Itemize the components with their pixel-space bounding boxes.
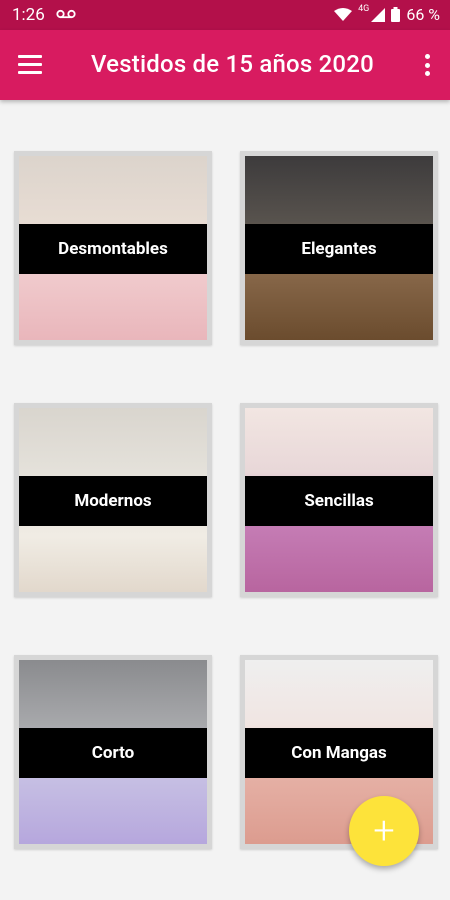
battery-icon [391,7,401,22]
add-fab-button[interactable]: + [349,796,419,866]
category-card-elegantes[interactable]: Elegantes [240,151,438,345]
category-label: Desmontables [19,224,207,274]
category-image: Corto [19,660,207,844]
category-card-desmontables[interactable]: Desmontables [14,151,212,345]
plus-icon: + [373,809,395,853]
signal-icon [371,7,386,22]
battery-level: 66 % [406,5,440,24]
category-card-corto[interactable]: Corto [14,655,212,849]
category-card-sencillas[interactable]: Sencillas [240,403,438,597]
category-label: Corto [19,728,207,778]
category-image: Desmontables [19,156,207,340]
category-image: Elegantes [245,156,433,340]
category-image: Modernos [19,408,207,592]
page-title: Vestidos de 15 años 2020 [91,50,374,78]
network-type: 4G [358,3,370,14]
category-image: Sencillas [245,408,433,592]
status-bar: 1:26 4G 66 % [0,0,450,30]
status-time: 1:26 [12,5,45,25]
hamburger-menu-icon[interactable] [18,52,52,78]
category-card-modernos[interactable]: Modernos [14,403,212,597]
category-label: Con Mangas [245,728,433,778]
category-label: Sencillas [245,476,433,526]
more-vert-icon[interactable] [418,52,436,78]
voicemail-icon [56,9,76,19]
category-label: Modernos [19,476,207,526]
wifi-icon [334,7,353,21]
status-icons: 4G 66 % [334,3,440,24]
category-label: Elegantes [245,224,433,274]
app-bar: Vestidos de 15 años 2020 [0,30,450,100]
